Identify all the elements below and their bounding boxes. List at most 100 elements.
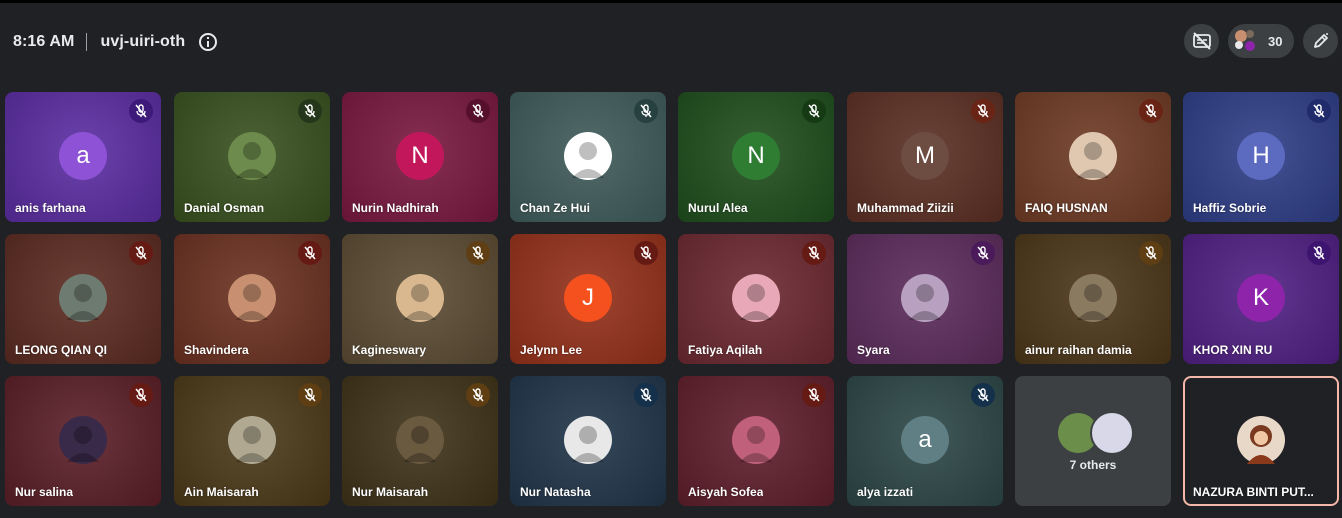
participant-mini-avatar xyxy=(1245,41,1255,51)
participant-tile[interactable]: Kagineswary xyxy=(342,234,498,364)
mic-off-icon xyxy=(466,241,490,265)
mic-off-icon xyxy=(1139,241,1163,265)
avatar: H xyxy=(1237,132,1285,180)
profile-photo-icon xyxy=(1077,284,1109,320)
mic-off-icon xyxy=(129,241,153,265)
mic-off-icon xyxy=(298,241,322,265)
profile-photo-icon xyxy=(404,284,436,320)
avatar xyxy=(59,416,107,464)
participant-name: Nur Natasha xyxy=(520,485,591,499)
avatar: J xyxy=(564,274,612,322)
person-photo-icon xyxy=(1247,425,1275,464)
participant-tile[interactable]: N Nurul Alea xyxy=(678,92,834,222)
participant-name: Fatiya Aqilah xyxy=(688,343,763,357)
participant-tile[interactable]: Syara xyxy=(847,234,1003,364)
profile-photo-icon xyxy=(909,284,941,320)
mic-off-icon xyxy=(802,241,826,265)
profile-photo-icon xyxy=(236,426,268,462)
avatar xyxy=(396,416,444,464)
participant-tile[interactable]: LEONG QIAN QI xyxy=(5,234,161,364)
captions-off-icon xyxy=(1193,32,1211,50)
participant-tile[interactable]: Ain Maisarah xyxy=(174,376,330,506)
participant-name: NAZURA BINTI PUT... xyxy=(1193,485,1314,499)
mic-off-icon xyxy=(466,99,490,123)
mic-off-icon xyxy=(634,241,658,265)
mic-off-icon xyxy=(802,383,826,407)
participant-name: FAIQ HUSNAN xyxy=(1025,201,1108,215)
participant-name: KHOR XIN RU xyxy=(1193,343,1273,357)
participant-tile[interactable]: a alya izzati xyxy=(847,376,1003,506)
avatar xyxy=(228,416,276,464)
mic-off-icon xyxy=(1307,241,1331,265)
captions-off-button[interactable] xyxy=(1184,24,1219,58)
avatar xyxy=(228,132,276,180)
mic-off-icon xyxy=(634,99,658,123)
profile-photo-icon xyxy=(1077,142,1109,178)
participants-button[interactable]: 30 xyxy=(1228,24,1294,58)
participant-tile[interactable]: Danial Osman xyxy=(174,92,330,222)
avatar xyxy=(901,274,949,322)
profile-photo-icon xyxy=(740,426,772,462)
edit-button[interactable] xyxy=(1303,24,1338,58)
participant-name: Aisyah Sofea xyxy=(688,485,764,499)
others-tile[interactable]: 7 others xyxy=(1015,376,1171,506)
profile-photo-icon xyxy=(236,142,268,178)
participant-name: Muhammad Ziizii xyxy=(857,201,954,215)
profile-photo-icon xyxy=(740,284,772,320)
avatar xyxy=(396,274,444,322)
mic-off-icon xyxy=(971,241,995,265)
participant-tile[interactable]: Shavindera xyxy=(174,234,330,364)
mic-off-icon xyxy=(298,99,322,123)
mic-off-icon xyxy=(129,383,153,407)
participant-name: alya izzati xyxy=(857,485,914,499)
profile-photo-icon xyxy=(67,426,99,462)
avatar xyxy=(59,274,107,322)
divider xyxy=(86,33,88,51)
participant-tile[interactable]: J Jelynn Lee xyxy=(510,234,666,364)
avatar xyxy=(228,274,276,322)
participant-name: Jelynn Lee xyxy=(520,343,583,357)
others-count-label: 7 others xyxy=(1069,458,1117,472)
participant-tile[interactable]: M Muhammad Ziizii xyxy=(847,92,1003,222)
participant-tile[interactable]: Fatiya Aqilah xyxy=(678,234,834,364)
info-icon[interactable] xyxy=(199,33,218,51)
meeting-code: uvj-uiri-oth xyxy=(100,33,186,50)
participant-name: Nurin Nadhirah xyxy=(352,201,439,215)
participant-tile[interactable]: Chan Ze Hui xyxy=(510,92,666,222)
participant-tile[interactable]: a anis farhana xyxy=(5,92,161,222)
participant-name: Chan Ze Hui xyxy=(520,201,591,215)
mic-off-icon xyxy=(971,99,995,123)
participant-tile[interactable]: H Haffiz Sobrie xyxy=(1183,92,1339,222)
top-bar: 8:16 AM uvj-uiri-oth 30 xyxy=(0,3,1342,71)
participant-mini-avatar xyxy=(1246,30,1254,38)
participant-tile[interactable]: ainur raihan damia xyxy=(1015,234,1171,364)
avatar: M xyxy=(901,132,949,180)
participant-name: Kagineswary xyxy=(352,343,427,357)
avatar xyxy=(1069,132,1117,180)
participant-tile[interactable]: Nur Natasha xyxy=(510,376,666,506)
mic-off-icon xyxy=(802,99,826,123)
participant-name: Ain Maisarah xyxy=(184,485,259,499)
avatar: a xyxy=(901,416,949,464)
mic-off-icon xyxy=(971,383,995,407)
participant-tile[interactable]: Nur salina xyxy=(5,376,161,506)
participant-name: Syara xyxy=(857,343,890,357)
avatar: N xyxy=(732,132,780,180)
participant-name: ainur raihan damia xyxy=(1025,343,1132,357)
others-avatar xyxy=(1090,411,1134,455)
avatar xyxy=(732,416,780,464)
participant-name: Nur salina xyxy=(15,485,74,499)
self-tile[interactable]: NAZURA BINTI PUT... xyxy=(1183,376,1339,506)
profile-photo-icon xyxy=(572,142,604,178)
participant-tile[interactable]: K KHOR XIN RU xyxy=(1183,234,1339,364)
avatar xyxy=(564,416,612,464)
participant-tile[interactable]: Aisyah Sofea xyxy=(678,376,834,506)
participant-tile[interactable]: FAIQ HUSNAN xyxy=(1015,92,1171,222)
profile-photo-icon xyxy=(572,426,604,462)
participant-tile[interactable]: N Nurin Nadhirah xyxy=(342,92,498,222)
participant-tile[interactable]: Nur Maisarah xyxy=(342,376,498,506)
avatar: a xyxy=(59,132,107,180)
mic-off-icon xyxy=(298,383,322,407)
participant-name: LEONG QIAN QI xyxy=(15,343,108,357)
participant-mini-avatar xyxy=(1235,41,1243,49)
